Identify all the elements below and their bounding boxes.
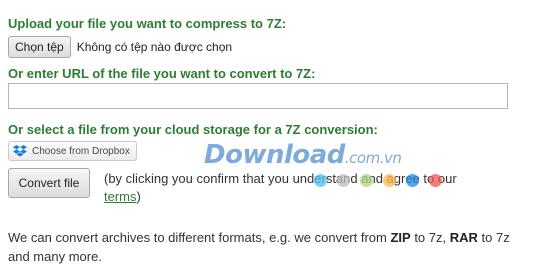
choose-file-button[interactable]: Chọn tệp	[8, 36, 71, 58]
terms-note-text: (by clicking you confirm that you unders…	[104, 171, 457, 186]
terms-note: (by clicking you confirm that you unders…	[104, 170, 464, 206]
file-status-text: Không có tệp nào được chọn	[76, 40, 233, 54]
info-part2: to 7z,	[410, 230, 450, 245]
dropbox-button[interactable]: Choose from Dropbox	[8, 141, 137, 161]
terms-note-end: )	[136, 189, 141, 204]
terms-link[interactable]: terms	[104, 189, 137, 204]
url-heading: Or enter URL of the file you want to con…	[8, 66, 316, 81]
dropbox-button-label: Choose from Dropbox	[32, 145, 130, 157]
convert-file-button[interactable]: Convert file	[8, 168, 90, 198]
dropbox-icon	[13, 145, 27, 157]
watermark-logo: Download.com.vn	[204, 140, 402, 170]
format-rar: RAR	[449, 230, 478, 245]
format-zip: ZIP	[390, 230, 411, 245]
watermark-text: Download	[204, 140, 345, 170]
watermark-tld: .com.vn	[344, 149, 402, 167]
cloud-heading: Or select a file from your cloud storage…	[8, 122, 378, 137]
info-part1: We can convert archives to different for…	[8, 230, 391, 245]
file-picker: Chọn tệp Không có tệp nào được chọn	[8, 36, 232, 58]
upload-heading: Upload your file you want to compress to…	[8, 16, 287, 31]
info-text: We can convert archives to different for…	[8, 228, 534, 266]
url-input[interactable]	[8, 83, 508, 109]
